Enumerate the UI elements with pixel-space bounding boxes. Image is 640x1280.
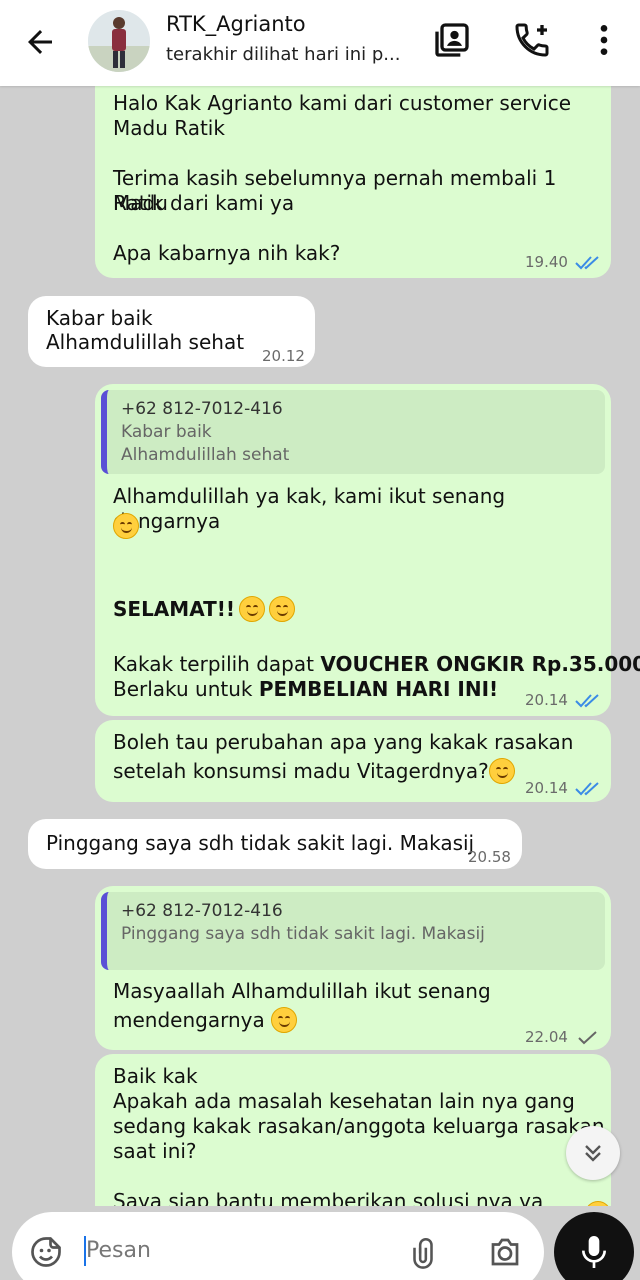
selamat-line: SELAMAT!! <box>113 596 296 622</box>
read-ticks-icon <box>575 255 599 269</box>
message-text: Saya siap bantu memberikan solusi nya ya… <box>113 1189 611 1206</box>
message-time: 22.04 <box>525 1025 604 1050</box>
smile-emoji-icon <box>113 513 139 539</box>
smile-emoji-icon <box>585 1201 611 1206</box>
time-label: 20.12 <box>262 347 305 365</box>
message-composer[interactable]: Pesan <box>12 1212 544 1280</box>
read-ticks-icon <box>575 781 599 795</box>
message-time: 19.40 <box>525 250 604 275</box>
message-text: saat ini? <box>113 1139 197 1163</box>
time-label: 22.04 <box>525 1028 568 1046</box>
time-label: 20.58 <box>468 848 511 866</box>
quote-text: Pinggang saya sdh tidak sakit lagi. Maka… <box>121 924 485 944</box>
contact-name[interactable]: RTK_Agrianto <box>166 12 306 36</box>
message-text: Alhamdulillah ya kak, kami ikut senang d… <box>113 484 506 533</box>
message-text: Pinggang saya sdh tidak sakit lagi. Maka… <box>46 831 475 855</box>
add-call-icon[interactable] <box>512 20 552 60</box>
text-normal: mendengarnya <box>113 1007 265 1032</box>
message-text: Masyaallah Alhamdulillah ikut senang <box>113 979 491 1003</box>
message-text: sedang kakak rasakan/anggota keluarga ra… <box>113 1114 605 1138</box>
read-ticks-icon <box>575 693 599 707</box>
attach-icon[interactable] <box>406 1234 440 1270</box>
selamat-text: SELAMAT!! <box>113 596 236 621</box>
message-text: setelah konsumsi madu Vitagerdnya? <box>113 758 515 784</box>
quoted-message[interactable]: +62 812-7012-416 Kabar baik Alhamdulilla… <box>101 390 605 474</box>
message-text: Apakah ada masalah kesehatan lain nya ga… <box>113 1089 575 1113</box>
text-normal: setelah konsumsi madu Vitagerdnya? <box>113 758 489 783</box>
text-bold: VOUCHER ONGKIR Rp.35.000! <box>320 652 640 676</box>
sticker-icon[interactable] <box>28 1234 64 1270</box>
message-incoming[interactable]: Pinggang saya sdh tidak sakit lagi. Maka… <box>28 819 522 869</box>
message-outgoing[interactable]: +62 812-7012-416 Kabar baik Alhamdulilla… <box>95 384 640 716</box>
quote-sender: +62 812-7012-416 <box>121 399 283 419</box>
time-label: 20.14 <box>525 779 568 797</box>
message-time: 20.58 <box>468 845 511 870</box>
message-text: Madu Ratik <box>113 116 225 140</box>
quote-text: Kabar baik <box>121 422 212 442</box>
party-face-emoji-icon <box>269 596 296 622</box>
message-outgoing[interactable]: Boleh tau perubahan apa yang kakak rasak… <box>95 720 611 802</box>
avatar[interactable] <box>88 10 150 72</box>
quoted-message[interactable]: +62 812-7012-416 Pinggang saya sdh tidak… <box>101 892 605 970</box>
contact-status[interactable]: terakhir dilihat hari ini p... <box>166 44 416 65</box>
message-time: 20.12 <box>262 344 305 369</box>
message-text: Baik kak <box>113 1064 198 1088</box>
contact-card-icon[interactable] <box>432 20 472 60</box>
message-text: Alhamdulillah sehat <box>46 330 245 354</box>
text-normal: Saya siap bantu memberikan solusi nya ya… <box>113 1189 544 1206</box>
quote-sender: +62 812-7012-416 <box>121 901 283 921</box>
message-text: Berlaku untuk PEMBELIAN HARI INI! <box>113 677 498 702</box>
double-chevron-down-icon <box>585 1145 601 1162</box>
message-time: 20.14 <box>525 688 604 713</box>
text-bold: PEMBELIAN HARI INI! <box>258 677 499 701</box>
message-text: Ratik dari kami ya <box>113 191 295 215</box>
scroll-to-bottom-button[interactable] <box>566 1126 620 1180</box>
voice-message-button[interactable] <box>554 1212 634 1280</box>
camera-icon[interactable] <box>486 1234 524 1270</box>
party-face-emoji-icon <box>239 596 266 622</box>
message-text: mendengarnya <box>113 1007 297 1033</box>
smile-emoji-icon <box>270 1007 297 1033</box>
delivered-tick-icon <box>578 1030 597 1044</box>
mic-icon <box>582 1236 606 1268</box>
time-label: 20.14 <box>525 691 568 709</box>
message-text: Apa kabarnya nih kak? <box>113 241 341 265</box>
chat-area[interactable]: Halo Kak Agrianto kami dari customer ser… <box>0 86 640 1206</box>
text-normal: Kakak terpilih dapat <box>113 652 321 676</box>
smile-emoji-icon <box>488 758 515 784</box>
message-outgoing[interactable]: +62 812-7012-416 Pinggang saya sdh tidak… <box>95 886 611 1050</box>
message-text: Kakak terpilih dapat VOUCHER ONGKIR Rp.3… <box>113 652 640 677</box>
message-incoming[interactable]: Kabar baik Alhamdulillah sehat 20.12 <box>28 296 315 367</box>
chat-header: RTK_Agrianto terakhir dilihat hari ini p… <box>0 0 640 86</box>
quote-text: Alhamdulillah sehat <box>121 445 290 465</box>
message-outgoing[interactable]: Halo Kak Agrianto kami dari customer ser… <box>95 86 611 278</box>
text-normal: Berlaku untuk <box>113 677 259 701</box>
message-text: Kabar baik <box>46 306 153 330</box>
time-label: 19.40 <box>525 253 568 271</box>
more-vert-icon[interactable] <box>584 20 624 60</box>
message-time: 20.14 <box>525 776 604 801</box>
message-text: Boleh tau perubahan apa yang kakak rasak… <box>113 730 574 754</box>
message-text: Halo Kak Agrianto kami dari customer ser… <box>113 91 572 115</box>
back-arrow-icon[interactable] <box>22 24 58 60</box>
message-outgoing[interactable]: Baik kak Apakah ada masalah kesehatan la… <box>95 1054 611 1206</box>
message-input[interactable]: Pesan <box>86 1238 151 1263</box>
